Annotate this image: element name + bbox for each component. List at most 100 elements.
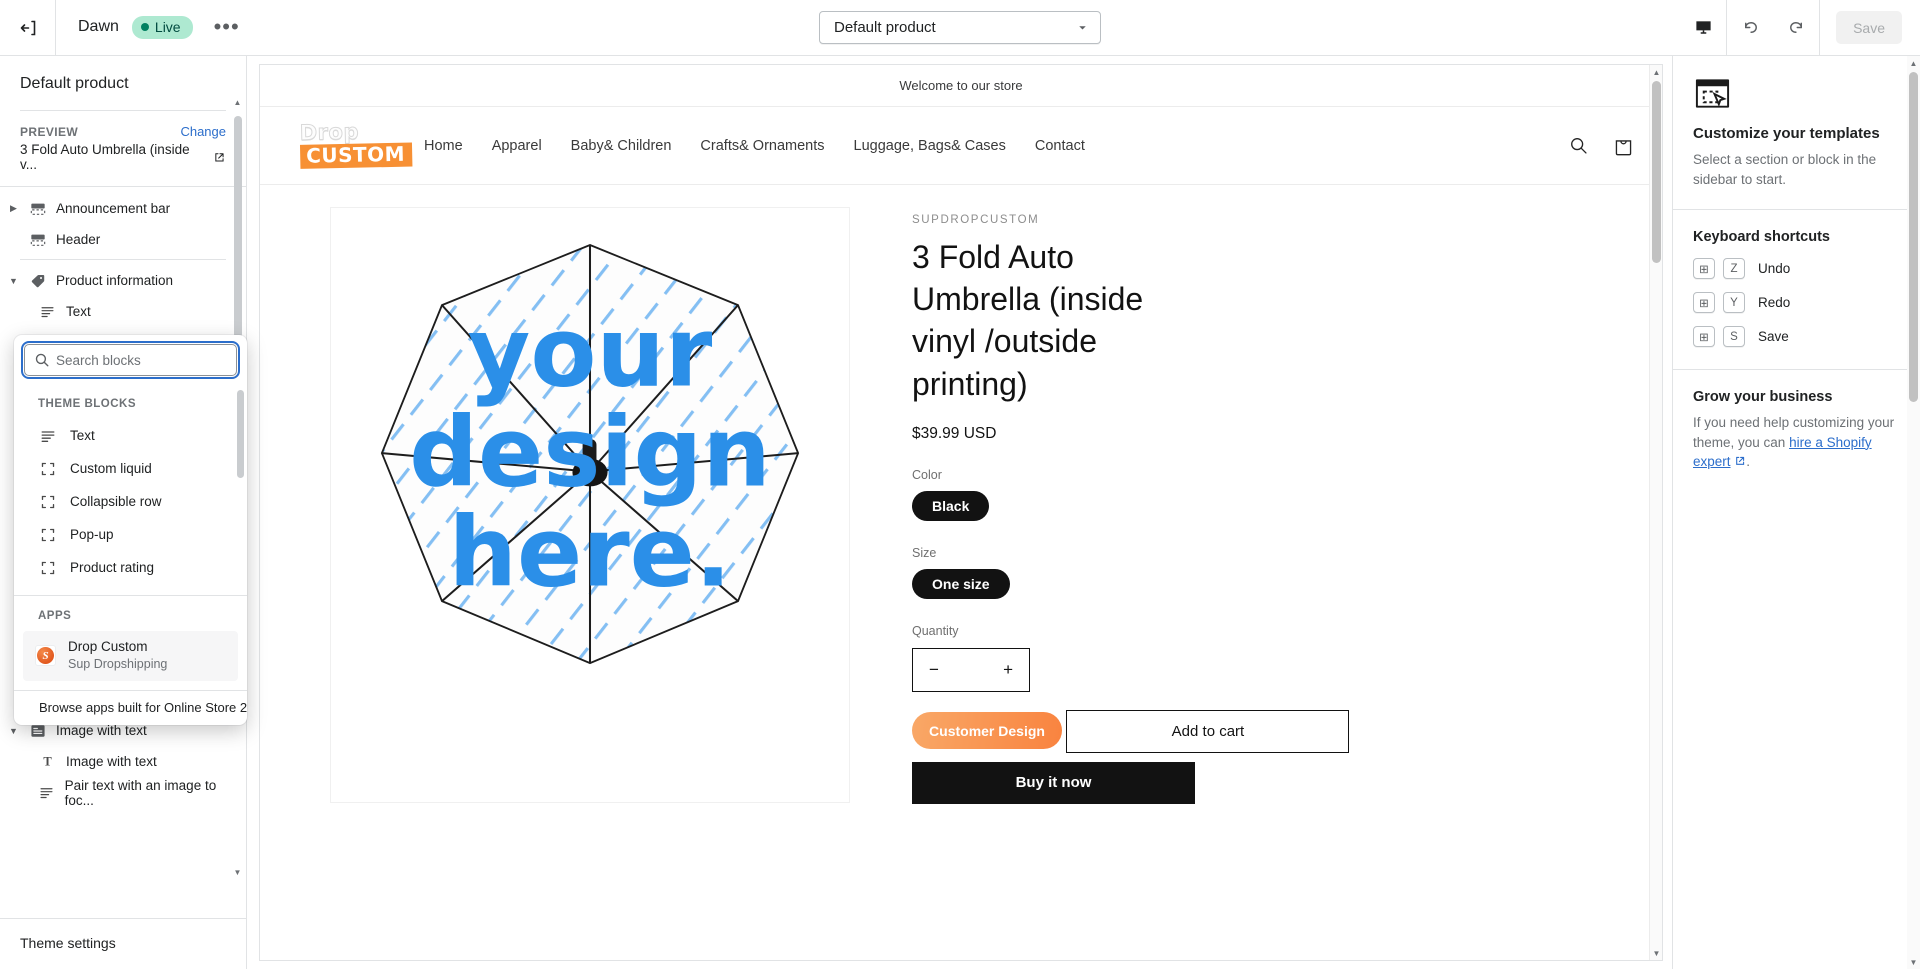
change-preview-link[interactable]: Change <box>180 124 226 139</box>
quantity-increase-button[interactable]: + <box>1003 660 1013 680</box>
block-option-custom-liquid[interactable]: Custom liquid <box>14 452 247 485</box>
app-block-drop-custom[interactable]: S Drop Custom Sup Dropshipping <box>23 631 238 682</box>
more-options-button[interactable]: ••• <box>206 16 248 38</box>
device-preview-button[interactable] <box>1680 0 1726 56</box>
nav-link-luggage-bags-cases[interactable]: Luggage, Bags& Cases <box>854 138 1006 154</box>
left-sidebar: Default product PREVIEW Change 3 Fold Au… <box>0 56 247 969</box>
template-cursor-icon <box>1693 74 1898 113</box>
store-logo[interactable]: Drop CUSTOM <box>299 119 413 169</box>
modifier-key: ⊞ <box>1693 326 1715 348</box>
top-bar-right: Save <box>1680 0 1920 56</box>
add-to-cart-button[interactable]: Add to cart <box>1066 709 1350 753</box>
quantity-stepper[interactable]: − + <box>912 647 1030 692</box>
undo-button[interactable] <box>1727 0 1773 56</box>
theme-name: Dawn <box>78 18 119 36</box>
preview-product-row: 3 Fold Auto Umbrella (inside v... <box>20 142 226 172</box>
product-info: SUPDROPCUSTOM 3 Fold Auto Umbrella (insi… <box>880 207 1662 960</box>
size-option-one-size[interactable]: One size <box>912 568 1010 599</box>
scroll-up-arrow-icon[interactable]: ▲ <box>1650 65 1662 79</box>
text-lines-icon-glyph <box>41 430 54 442</box>
external-link-icon[interactable] <box>1734 455 1746 467</box>
external-link-icon[interactable] <box>213 151 226 164</box>
redo-button[interactable] <box>1773 0 1819 56</box>
status-dot-icon <box>140 23 149 32</box>
preview-scrollbar-thumb[interactable] <box>1652 81 1661 263</box>
sidebar-block-image-with-text[interactable]: T Image with text <box>0 746 246 777</box>
storefront-header: Drop CUSTOM Home Apparel Baby& Children … <box>260 107 1662 185</box>
scroll-up-arrow-icon[interactable]: ▲ <box>1907 56 1920 70</box>
chevron-right-icon[interactable]: ▶ <box>8 203 19 214</box>
picker-scrollbar-thumb[interactable] <box>237 390 244 478</box>
text-lines-icon <box>38 785 56 800</box>
scroll-up-arrow-icon[interactable]: ▲ <box>232 96 243 108</box>
right-sidebar-scrollbar-thumb[interactable] <box>1909 72 1918 402</box>
search-icon-glyph <box>35 353 49 367</box>
app-block-name: Drop Custom <box>68 639 148 654</box>
nav-link-crafts-ornaments[interactable]: Crafts& Ornaments <box>700 138 824 154</box>
block-option-text[interactable]: Text <box>14 419 247 452</box>
search-blocks-field[interactable] <box>21 341 240 379</box>
desktop-icon <box>1695 21 1711 34</box>
product-image[interactable]: your design here. <box>330 207 850 803</box>
block-option-label: Custom liquid <box>70 461 152 476</box>
scroll-down-arrow-icon[interactable]: ▼ <box>232 866 243 878</box>
scroll-down-arrow-icon[interactable]: ▼ <box>1650 946 1662 960</box>
undo-icon <box>1744 22 1757 33</box>
sidebar-item-announcement-bar[interactable]: ▶ Announcement bar <box>0 193 246 224</box>
exit-editor-button[interactable] <box>0 0 56 56</box>
top-bar-center: Default product <box>0 11 1920 44</box>
nav-link-home[interactable]: Home <box>424 138 463 154</box>
sidebar-block-pair-text[interactable]: Pair text with an image to foc... <box>0 777 246 808</box>
nav-link-contact[interactable]: Contact <box>1035 138 1085 154</box>
quantity-decrease-button[interactable]: − <box>929 660 939 680</box>
preview-block: PREVIEW Change 3 Fold Auto Umbrella (ins… <box>0 111 246 186</box>
template-selector[interactable]: Default product <box>819 11 1101 44</box>
theme-settings-footer[interactable]: Theme settings <box>0 918 246 969</box>
storefront-search-button[interactable] <box>1568 135 1589 156</box>
theme-blocks-header: THEME BLOCKS <box>38 398 136 410</box>
storefront-nav: Home Apparel Baby& Children Crafts& Orna… <box>424 138 1085 154</box>
block-option-collapsible-row[interactable]: Collapsible row <box>14 485 247 518</box>
sidebar-item-header[interactable]: Header <box>0 224 246 255</box>
preview-row: PREVIEW Change <box>20 124 226 139</box>
preview-product-name: 3 Fold Auto Umbrella (inside v... <box>20 142 190 172</box>
right-sidebar-content: Customize your templates Select a sectio… <box>1673 56 1920 969</box>
modifier-key: ⊞ <box>1693 258 1715 280</box>
right-sidebar-scrollbar[interactable]: ▲ ▼ <box>1907 56 1920 969</box>
umbrella-text-line2: design <box>409 397 771 509</box>
chevron-down-icon[interactable]: ▼ <box>8 276 19 286</box>
divider <box>20 259 226 260</box>
preview-scrollbar[interactable]: ▲ ▼ <box>1649 65 1662 960</box>
nav-link-baby-children[interactable]: Baby& Children <box>571 138 672 154</box>
grow-business-heading: Grow your business <box>1693 389 1833 406</box>
save-button[interactable]: Save <box>1836 11 1902 44</box>
block-option-label: Product rating <box>70 560 155 575</box>
block-option-pop-up[interactable]: Pop-up <box>14 518 247 551</box>
storefront-cart-button[interactable] <box>1613 135 1634 157</box>
right-sidebar: Customize your templates Select a sectio… <box>1673 56 1920 969</box>
theme-editor-app: Dawn Live ••• Default product Save Defau… <box>0 0 1920 969</box>
color-option-label: Color <box>912 467 942 482</box>
search-blocks-input[interactable] <box>56 352 236 368</box>
sidebar-block-text[interactable]: Text <box>0 296 246 327</box>
drop-custom-app-logo-icon: S <box>35 645 56 667</box>
customer-design-button[interactable]: Customer Design <box>912 712 1062 750</box>
chevron-down-icon[interactable]: ▼ <box>8 726 19 736</box>
template-selector-value: Default product <box>834 19 936 36</box>
sidebar-item-product-information[interactable]: ▼ Product information <box>0 265 246 296</box>
shortcut-label: Redo <box>1758 295 1791 311</box>
scroll-down-arrow-icon[interactable]: ▼ <box>1907 955 1920 969</box>
block-option-product-rating[interactable]: Product rating <box>14 551 247 584</box>
divider <box>1673 369 1920 371</box>
shortcut-key: Y <box>1723 292 1745 314</box>
nav-link-apparel[interactable]: Apparel <box>492 138 542 154</box>
sidebar-scrollbar-thumb[interactable] <box>234 116 242 338</box>
sidebar-title: Default product <box>20 75 129 92</box>
divider <box>1673 209 1920 211</box>
buy-it-now-button[interactable]: Buy it now <box>912 761 1195 804</box>
block-option-label: Pop-up <box>70 527 114 542</box>
svg-text:T: T <box>43 755 52 769</box>
browse-apps-link[interactable]: Browse apps built for Online Store 2.0 <box>14 690 247 725</box>
block-option-label: Collapsible row <box>70 494 162 509</box>
color-option-black[interactable]: Black <box>912 490 990 521</box>
